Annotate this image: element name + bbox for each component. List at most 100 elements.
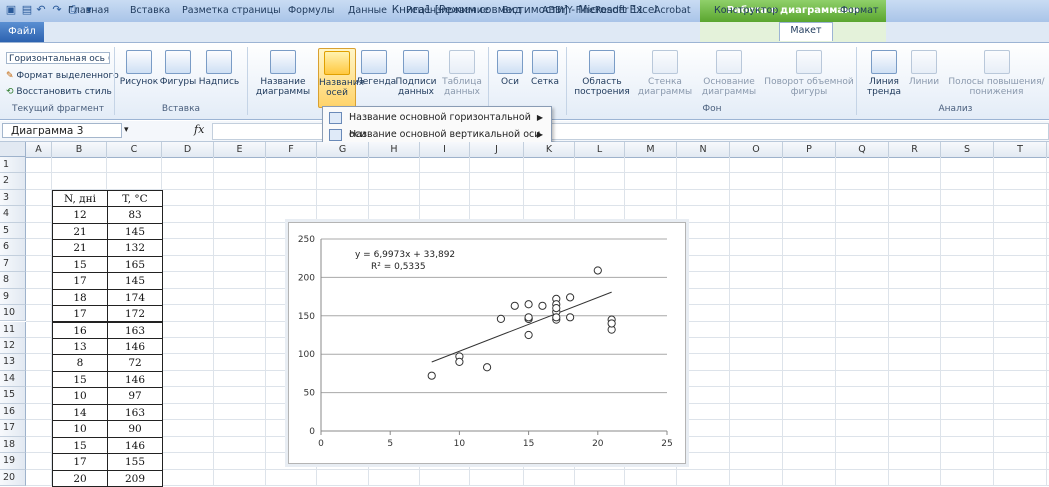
row-header-16[interactable]: 16 — [0, 403, 26, 421]
table-cell-n[interactable]: 10 — [52, 387, 108, 405]
table-cell-n[interactable]: 21 — [52, 222, 108, 241]
insert-textbox-button[interactable]: Надпись — [197, 50, 241, 87]
table-cell-t[interactable]: 72 — [107, 354, 163, 372]
table-cell-n[interactable]: 18 — [52, 288, 108, 307]
gridlines-button[interactable]: Сетка — [528, 50, 562, 87]
table-cell-n[interactable]: 13 — [52, 337, 108, 356]
lines-button[interactable]: Линии — [906, 50, 942, 87]
format-selection-button[interactable]: ✎ Формат выделенного — [6, 70, 119, 82]
column-header-d[interactable]: D — [162, 142, 214, 157]
row-header-3[interactable]: 3 — [0, 189, 26, 207]
row-header-15[interactable]: 15 — [0, 387, 26, 404]
row-header-12[interactable]: 12 — [0, 337, 26, 355]
row-header-4[interactable]: 4 — [0, 206, 26, 223]
table-cell-t[interactable]: 146 — [107, 337, 163, 356]
table-cell-t[interactable]: 132 — [107, 239, 163, 257]
tab-format[interactable]: Формат — [838, 3, 881, 19]
row-header-19[interactable]: 19 — [0, 453, 26, 470]
table-cell-t[interactable]: 163 — [107, 321, 163, 339]
insert-function-icon[interactable]: fx — [194, 123, 204, 136]
row-header-10[interactable]: 10 — [0, 305, 26, 322]
row-header-6[interactable]: 6 — [0, 239, 26, 256]
plot-area-button[interactable]: Область построения — [572, 50, 632, 97]
row-header-2[interactable]: 2 — [0, 173, 26, 190]
tab-page-layout[interactable]: Разметка страницы — [180, 3, 283, 19]
column-header-g[interactable]: G — [317, 142, 369, 157]
chart-element-selector[interactable]: Горизонтальная ось (зн — [6, 52, 110, 64]
table-cell-t[interactable]: 83 — [107, 206, 163, 224]
tab-design[interactable]: Конструктор — [712, 3, 780, 19]
data-table-button[interactable]: Таблица данных — [440, 50, 484, 97]
insert-shapes-button[interactable]: Фигуры — [159, 50, 197, 87]
row-header-13[interactable]: 13 — [0, 354, 26, 371]
table-cell-t[interactable]: 155 — [107, 453, 163, 471]
table-cell-t[interactable]: 90 — [107, 420, 163, 438]
table-cell-t[interactable]: 174 — [107, 288, 163, 307]
chart-floor-button[interactable]: Основание диаграммы — [698, 50, 760, 97]
table-cell-n[interactable]: 20 — [52, 469, 108, 487]
column-header-s[interactable]: S — [941, 142, 994, 157]
table-cell-t[interactable]: 145 — [107, 222, 163, 241]
column-header-h[interactable]: H — [369, 142, 420, 157]
updown-bars-button[interactable]: Полосы повышения/понижения — [944, 50, 1049, 97]
tab-file[interactable]: Файл — [0, 22, 44, 42]
chart-object[interactable]: 0 50 100 150 200 250 0 5 10 15 20 25 y = 6,9973x + 3… — [288, 222, 686, 464]
chart-title-button[interactable]: Название диаграммы — [254, 50, 312, 97]
table-cell-n[interactable]: 10 — [52, 420, 108, 438]
tab-data[interactable]: Данные — [346, 3, 389, 19]
column-header-l[interactable]: L — [575, 142, 625, 157]
table-cell-t[interactable]: 172 — [107, 305, 163, 323]
table-cell-n[interactable]: 15 — [52, 255, 108, 274]
legend-button[interactable]: Легенда — [356, 50, 396, 87]
table-cell-t[interactable]: 146 — [107, 436, 163, 455]
column-header-k[interactable]: K — [524, 142, 575, 157]
axis-titles-button[interactable]: Названия осей — [318, 48, 364, 108]
table-cell-t[interactable]: 97 — [107, 387, 163, 405]
table-cell-n[interactable]: 21 — [52, 239, 108, 257]
undo-icon[interactable]: ↶ — [34, 3, 48, 17]
tab-view[interactable]: Вид — [500, 3, 523, 19]
table-cell-n[interactable]: 17 — [52, 272, 108, 290]
data-labels-button[interactable]: Подписи данных — [394, 50, 438, 97]
column-header-a[interactable]: A — [26, 142, 52, 157]
chart-wall-button[interactable]: Стенка диаграммы — [636, 50, 694, 97]
name-box[interactable]: Диаграмма 3 — [2, 123, 122, 138]
tab-acrobat[interactable]: Acrobat — [652, 3, 693, 19]
column-header-f[interactable]: F — [266, 142, 317, 157]
table-cell-t[interactable]: 146 — [107, 370, 163, 389]
table-header-cell[interactable]: N, дні — [52, 189, 108, 208]
column-header-e[interactable]: E — [214, 142, 266, 157]
table-cell-n[interactable]: 12 — [52, 206, 108, 224]
row-header-18[interactable]: 18 — [0, 436, 26, 454]
name-box-dropdown-icon[interactable]: ▾ — [124, 125, 129, 135]
axes-button[interactable]: Оси — [494, 50, 526, 87]
table-header-cell[interactable]: T, °C — [107, 189, 163, 208]
redo-icon[interactable]: ↷ — [50, 3, 64, 17]
row-header-9[interactable]: 9 — [0, 288, 26, 306]
row-header-7[interactable]: 7 — [0, 255, 26, 273]
column-header-b[interactable]: B — [52, 142, 107, 157]
row-header-14[interactable]: 14 — [0, 370, 26, 388]
menu-item-horizontal-axis-title[interactable]: Название основной горизонтальной оси ▶ — [325, 109, 549, 140]
column-header-n[interactable]: N — [677, 142, 730, 157]
table-cell-n[interactable]: 17 — [52, 453, 108, 471]
tab-abbyy[interactable]: ABBYY FineReader 11 — [540, 3, 646, 19]
trendline-button[interactable]: Линия тренда — [862, 50, 906, 97]
table-cell-n[interactable]: 15 — [52, 436, 108, 455]
column-header-r[interactable]: R — [889, 142, 941, 157]
tab-layout[interactable]: Макет — [779, 22, 833, 41]
table-cell-n[interactable]: 14 — [52, 403, 108, 422]
menu-item-vertical-axis-title[interactable]: Название основной вертикальной оси ▶ — [325, 126, 549, 143]
row-header-11[interactable]: 11 — [0, 321, 26, 338]
reset-style-button[interactable]: ⟲ Восстановить стиль — [6, 86, 112, 98]
save-icon[interactable]: ▤ — [20, 3, 34, 17]
insert-picture-button[interactable]: Рисунок — [119, 50, 159, 87]
table-cell-n[interactable]: 8 — [52, 354, 108, 372]
column-header-i[interactable]: I — [420, 142, 470, 157]
column-header-q[interactable]: Q — [836, 142, 889, 157]
table-cell-n[interactable]: 16 — [52, 321, 108, 339]
row-header-20[interactable]: 20 — [0, 469, 26, 486]
column-header-j[interactable]: J — [470, 142, 524, 157]
column-header-p[interactable]: P — [783, 142, 836, 157]
row-header-8[interactable]: 8 — [0, 272, 26, 289]
